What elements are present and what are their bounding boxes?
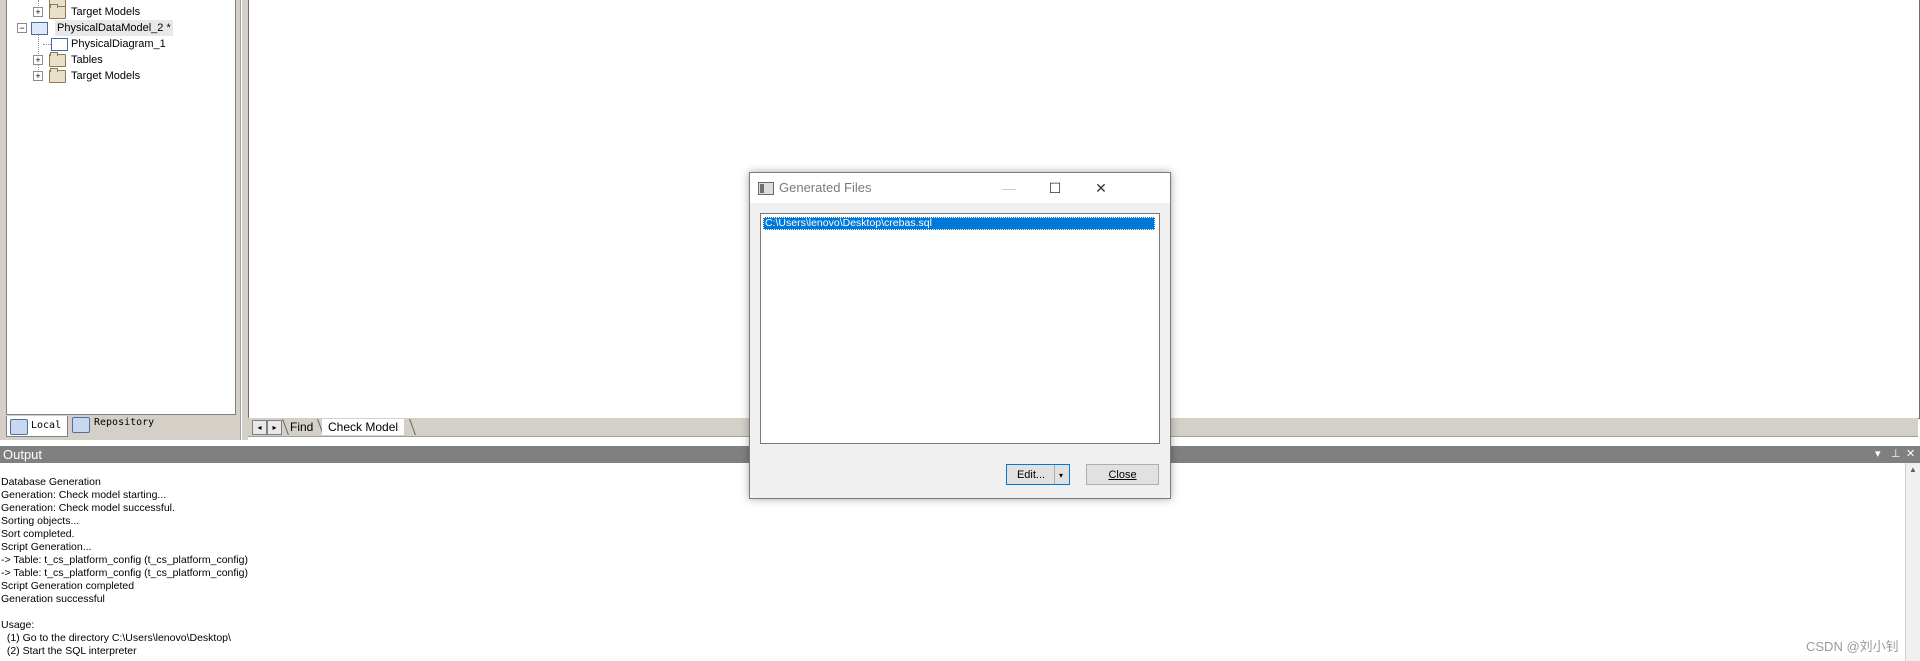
log-line: Generation successful (1, 593, 105, 605)
tab-find[interactable]: Find (284, 419, 319, 435)
tree-item-label: Target Models (71, 70, 141, 82)
close-button[interactable]: Close (1086, 464, 1159, 485)
folder-icon (49, 68, 66, 83)
scroll-up-icon[interactable]: ▲ (1909, 465, 1917, 474)
expand-icon[interactable]: + (33, 55, 43, 65)
dialog-title: Generated Files (779, 180, 872, 195)
browser-pane: + Target Models − PhysicalDataModel_2 * … (0, 0, 241, 440)
tree-item-label: Tables (71, 54, 103, 66)
object-browser-tree: + Target Models − PhysicalDataModel_2 * … (6, 0, 236, 415)
tab-check-model[interactable]: Check Model (322, 419, 405, 435)
tree-item-target-models[interactable]: + Target Models (7, 68, 227, 84)
dropdown-icon[interactable]: ▾ (1875, 446, 1881, 463)
log-line: Generation: Check model successful. (1, 502, 175, 514)
list-item[interactable]: C:\Users\lenovo\Desktop\crebas.sql (763, 217, 1155, 230)
folder-icon (49, 4, 66, 19)
maximize-button[interactable]: ☐ (1032, 173, 1078, 203)
generated-files-list[interactable]: C:\Users\lenovo\Desktop\crebas.sql (760, 213, 1160, 444)
output-scrollbar[interactable]: ▲ (1905, 463, 1920, 661)
close-button-label: Close (1108, 469, 1137, 481)
generated-files-dialog: Generated Files — ☐ ✕ C:\Users\lenovo\De… (749, 172, 1171, 499)
repository-icon (72, 417, 90, 433)
edit-button[interactable]: Edit... ▾ (1006, 464, 1070, 485)
tree-item-physical-data-model[interactable]: − PhysicalDataModel_2 * (7, 20, 227, 36)
expand-icon[interactable]: + (33, 7, 43, 17)
tree-item-label: PhysicalDataModel_2 * (55, 20, 173, 36)
log-line: Generation: Check model starting... (1, 489, 167, 501)
log-line: (1) Go to the directory C:\Users\lenovo\… (1, 632, 231, 644)
output-title: Output (3, 447, 43, 462)
dialog-titlebar[interactable]: Generated Files — ☐ ✕ (750, 173, 1170, 203)
tab-label: Find (290, 420, 314, 434)
expand-icon[interactable]: + (33, 71, 43, 81)
log-line: -> Table: t_cs_platform_config (t_cs_pla… (1, 567, 248, 579)
physical-diagram-icon (51, 38, 68, 51)
tree-item-target-models[interactable]: + Target Models (7, 4, 227, 20)
tab-label: Local (31, 420, 62, 431)
close-window-button[interactable]: ✕ (1078, 173, 1124, 203)
tree-item-tables[interactable]: + Tables (7, 52, 227, 68)
tab-repository[interactable]: Repository (70, 416, 170, 436)
log-line: -> Table: t_cs_platform_config (t_cs_pla… (1, 554, 248, 566)
log-line: Sort completed. (1, 528, 75, 540)
log-line: Usage: (1, 619, 35, 631)
tab-local[interactable]: Local (6, 416, 68, 437)
local-icon (10, 419, 28, 435)
tab-label: Repository (94, 417, 155, 428)
chevron-down-icon[interactable]: ▾ (1054, 465, 1067, 484)
log-line: (2) Start the SQL interpreter (1, 645, 137, 657)
tab-separator (409, 419, 416, 435)
tree-item-label: PhysicalDiagram_1 (71, 38, 166, 50)
minimize-button: — (1002, 180, 1016, 196)
physical-model-icon (31, 22, 48, 35)
scroll-left-button[interactable]: ◂ (252, 420, 267, 435)
log-line: Database Generation (1, 476, 101, 488)
browser-tab-strip: Local Repository (6, 416, 234, 438)
tab-label: Check Model (328, 420, 399, 434)
tree-item-label: Target Models (71, 6, 141, 18)
collapse-icon[interactable]: − (17, 23, 27, 33)
close-icon[interactable]: ✕ (1906, 446, 1915, 463)
window-icon (758, 182, 774, 195)
pin-icon[interactable]: ⊥ (1891, 446, 1901, 463)
watermark: CSDN @刘小钊 (1806, 639, 1899, 654)
tree-item-physical-diagram[interactable]: PhysicalDiagram_1 (7, 36, 227, 52)
log-line: Script Generation completed (1, 580, 135, 592)
folder-icon (49, 52, 66, 67)
log-line: Script Generation... (1, 541, 92, 553)
scroll-right-button[interactable]: ▸ (267, 420, 282, 435)
log-line: Sorting objects... (1, 515, 80, 527)
edit-button-label: Edit... (1016, 469, 1046, 481)
